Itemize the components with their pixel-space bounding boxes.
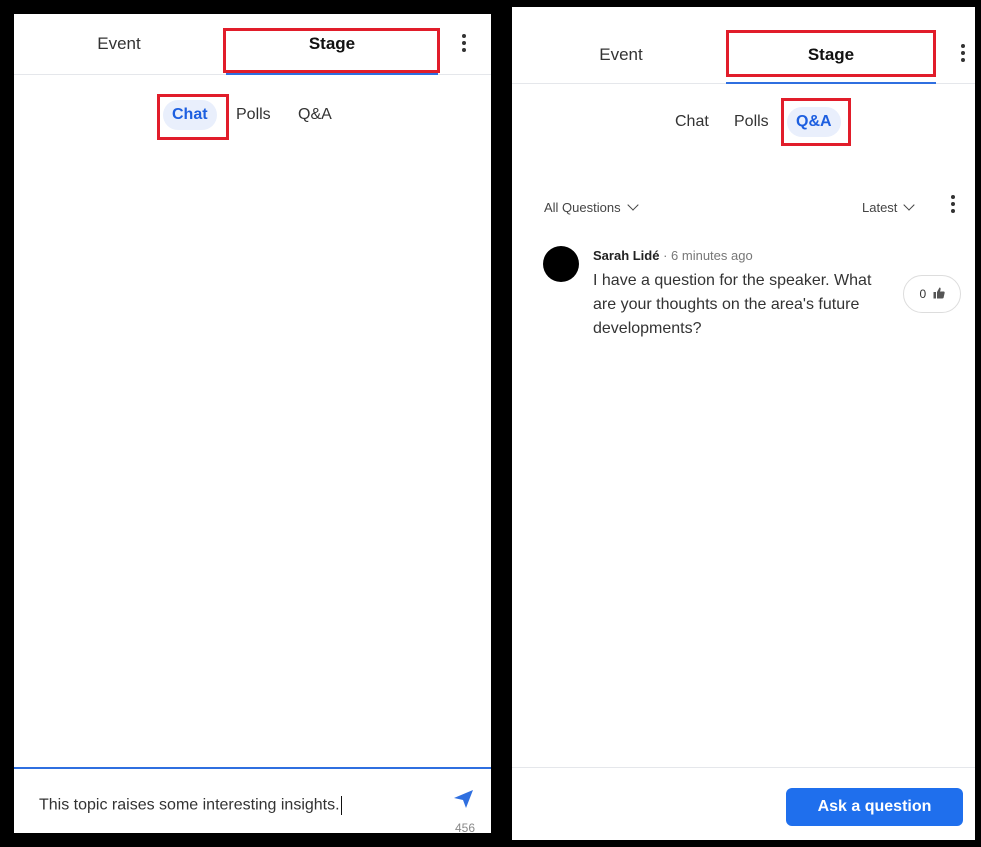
chat-input[interactable]: This topic raises some interesting insig… [39, 796, 342, 815]
question-author: Sarah Lidé [593, 248, 660, 263]
question-meta: Sarah Lidé · 6 minutes ago [593, 248, 753, 263]
main-tabs: Event Stage [14, 14, 491, 75]
questions-filter-label: All Questions [544, 200, 621, 215]
ask-question-button[interactable]: Ask a question [786, 788, 963, 826]
chevron-down-icon [903, 199, 916, 211]
tab-active-indicator [726, 82, 936, 84]
qa-panel: Event Stage Chat Polls Q&A All Questions… [512, 7, 975, 840]
tab-active-indicator [226, 73, 438, 75]
subtab-polls[interactable]: Polls [236, 100, 271, 130]
chat-panel: Event Stage Chat Polls Q&A This topic ra… [14, 14, 491, 833]
send-icon[interactable] [451, 787, 475, 811]
kebab-menu-icon[interactable] [457, 34, 471, 58]
upvote-count: 0 [919, 287, 927, 301]
tab-event[interactable]: Event [74, 14, 164, 74]
subtab-qa[interactable]: Q&A [787, 107, 841, 137]
chat-input-text: This topic raises some interesting insig… [39, 796, 340, 814]
chat-composer: This topic raises some interesting insig… [14, 767, 491, 833]
question-time: · 6 minutes ago [663, 248, 753, 263]
sort-label: Latest [862, 200, 898, 215]
avatar [543, 246, 579, 282]
tab-event[interactable]: Event [576, 25, 666, 85]
subtab-qa[interactable]: Q&A [298, 100, 332, 130]
subtab-chat[interactable]: Chat [675, 107, 709, 137]
qa-footer: Ask a question [512, 767, 975, 840]
tab-stage-label: Stage [807, 45, 855, 64]
tab-stage[interactable]: Stage [726, 25, 936, 84]
sort-dropdown[interactable]: Latest [862, 199, 916, 215]
subtab-polls[interactable]: Polls [734, 107, 769, 137]
questions-filter-dropdown[interactable]: All Questions [544, 199, 639, 215]
char-count: 456 [454, 821, 475, 833]
question-text: I have a question for the speaker. What … [593, 272, 872, 337]
kebab-menu-icon[interactable] [956, 44, 970, 68]
kebab-menu-icon[interactable] [946, 195, 960, 219]
subtab-chat[interactable]: Chat [163, 100, 217, 130]
text-caret [340, 796, 342, 815]
chevron-down-icon [626, 199, 639, 211]
main-tabs: Event Stage [512, 7, 975, 84]
tab-stage[interactable]: Stage [226, 14, 438, 75]
thumbs-up-icon [933, 287, 945, 299]
upvote-button[interactable]: 0 [903, 275, 961, 313]
tab-stage-label: Stage [308, 34, 356, 53]
